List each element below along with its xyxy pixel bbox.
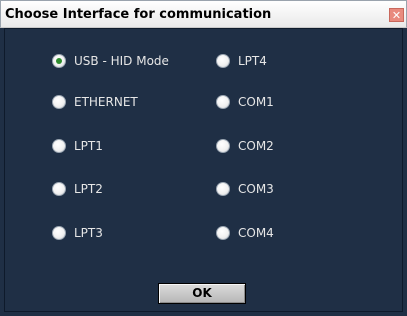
radio-button[interactable] bbox=[52, 226, 66, 240]
ok-button[interactable]: OK bbox=[158, 283, 246, 304]
close-button[interactable]: ✕ bbox=[389, 8, 404, 22]
radio-label: COM2 bbox=[238, 139, 274, 153]
radio-label: COM3 bbox=[238, 182, 274, 196]
radio-label: LPT3 bbox=[74, 226, 103, 240]
radio-label: LPT1 bbox=[74, 139, 103, 153]
radio-button[interactable] bbox=[216, 226, 230, 240]
radio-label: LPT4 bbox=[238, 54, 267, 68]
radio-button[interactable] bbox=[52, 182, 66, 196]
dialog-body: USB - HID Mode ETHERNET LPT1 LPT2 LPT3 L… bbox=[4, 28, 403, 312]
radio-button[interactable] bbox=[52, 54, 66, 68]
radio-button[interactable] bbox=[52, 95, 66, 109]
title-bar[interactable]: Choose Interface for communication ✕ bbox=[0, 0, 407, 28]
dialog-title: Choose Interface for communication bbox=[5, 7, 272, 22]
radio-label: LPT2 bbox=[74, 182, 103, 196]
radio-button[interactable] bbox=[216, 139, 230, 153]
radio-label: COM4 bbox=[238, 226, 274, 240]
radio-label: COM1 bbox=[238, 95, 274, 109]
radio-button[interactable] bbox=[216, 95, 230, 109]
radio-label: USB - HID Mode bbox=[74, 54, 169, 68]
radio-button[interactable] bbox=[52, 139, 66, 153]
radio-button[interactable] bbox=[216, 182, 230, 196]
radio-button[interactable] bbox=[216, 54, 230, 68]
close-icon: ✕ bbox=[391, 9, 402, 22]
radio-label: ETHERNET bbox=[74, 95, 138, 109]
dialog-window: Choose Interface for communication ✕ USB… bbox=[0, 0, 407, 316]
